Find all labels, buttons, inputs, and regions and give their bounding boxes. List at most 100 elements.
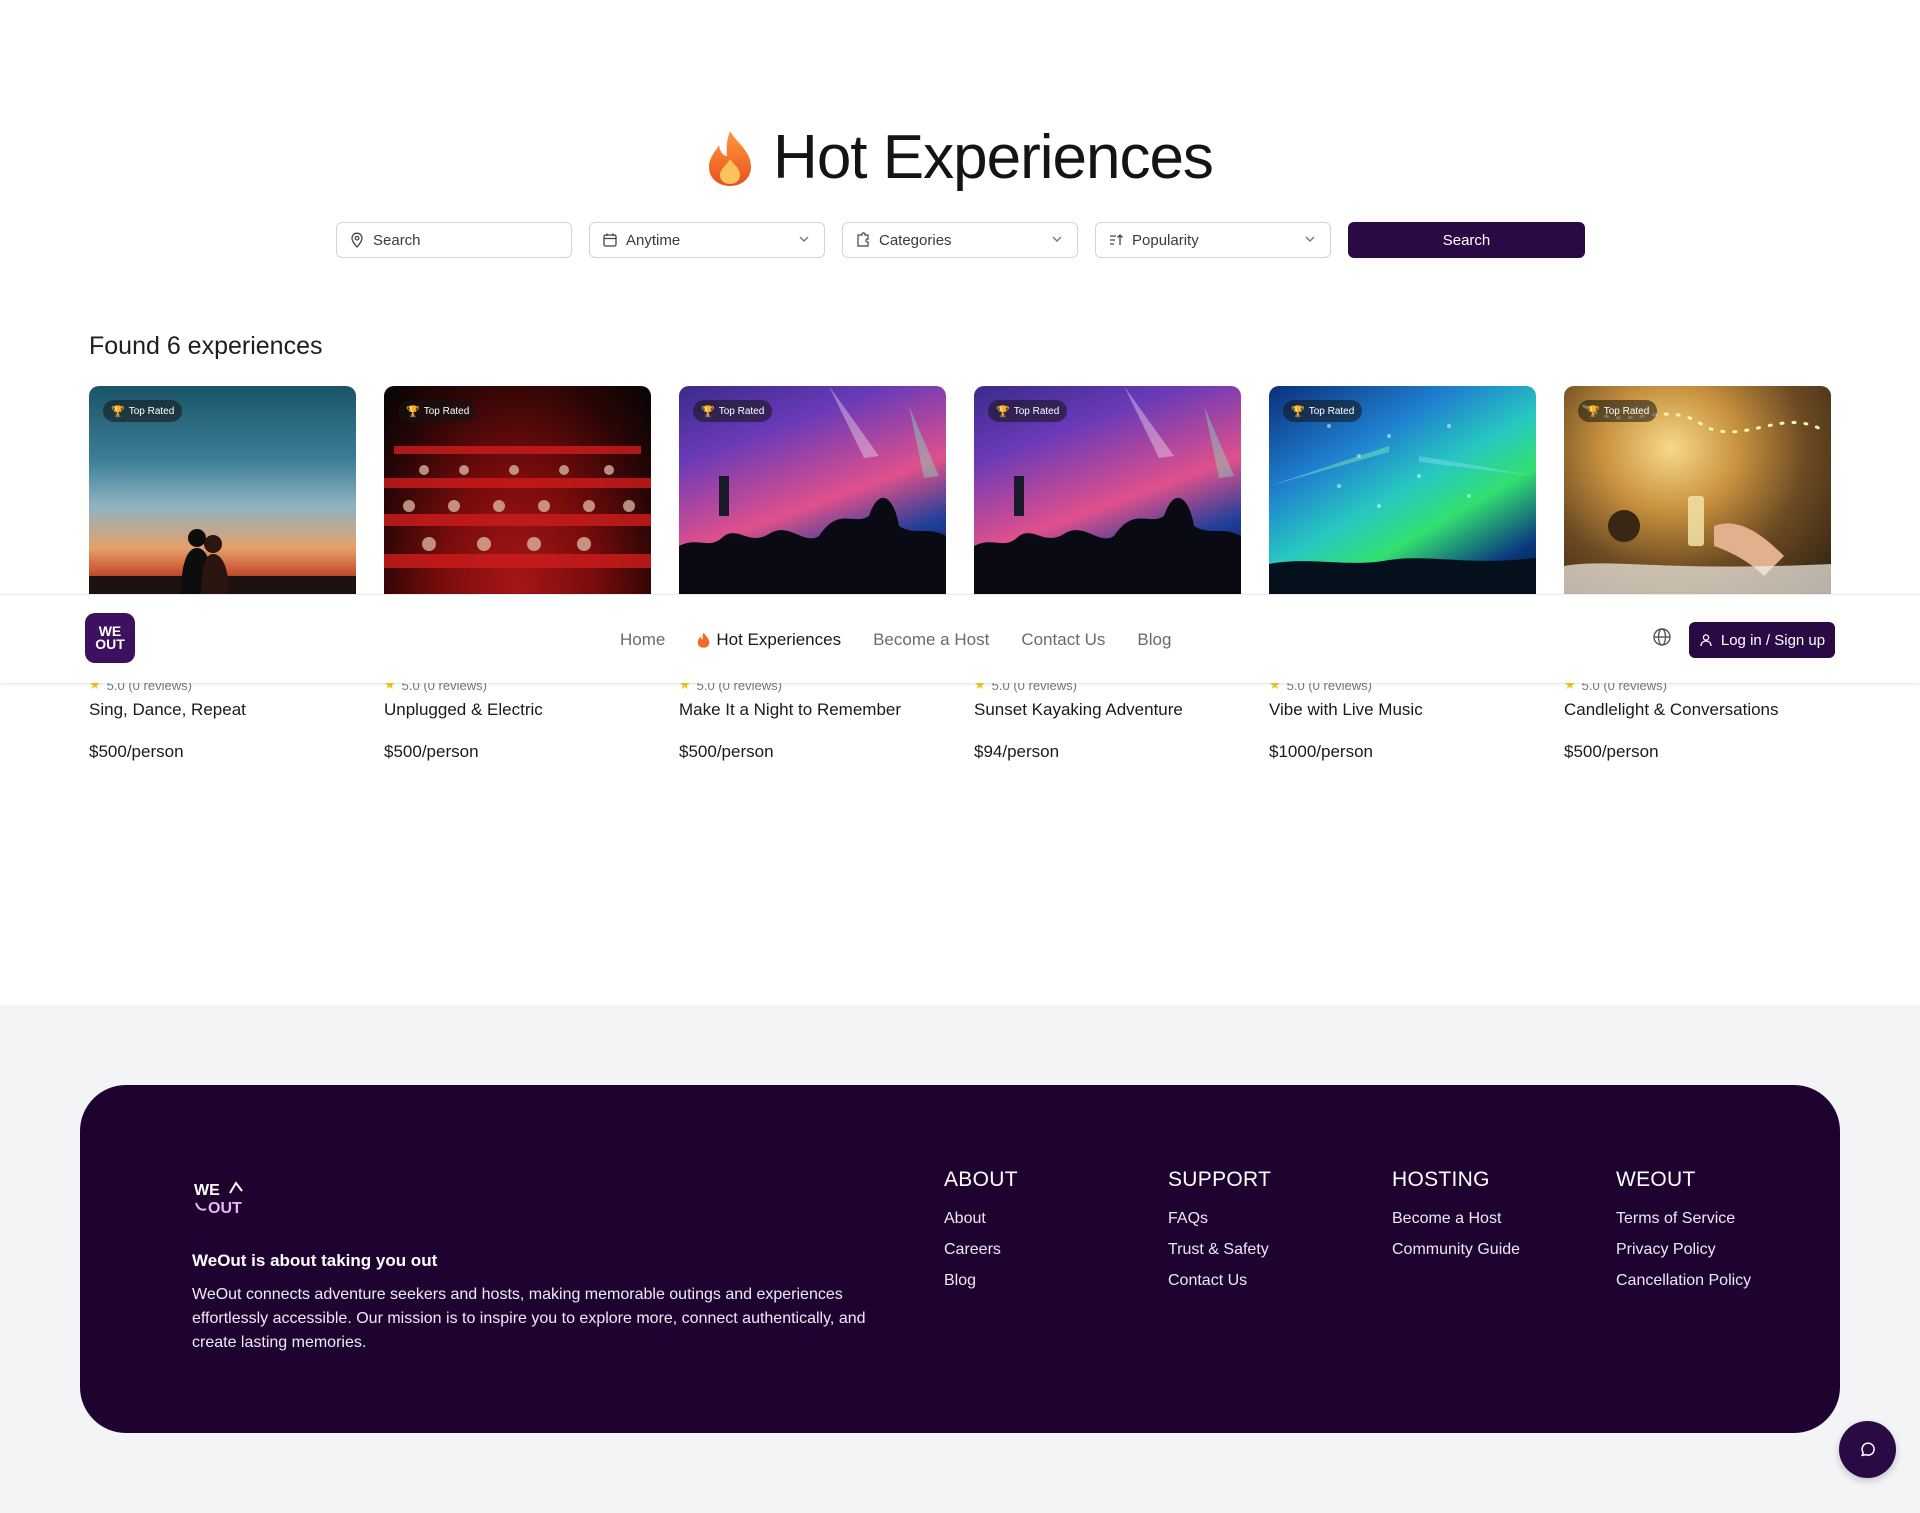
page-title-text: Hot Experiences <box>773 123 1214 192</box>
top-rated-badge: 🏆 Top Rated <box>103 400 183 422</box>
nav-home[interactable]: Home <box>620 630 665 650</box>
top-navbar: WE OUT Home Hot Experiences Become a Hos… <box>0 594 1920 683</box>
trophy-icon: 🏆 <box>111 405 125 418</box>
sort-select[interactable]: Popularity <box>1095 222 1331 258</box>
experience-image: 🏆 Top Rated <box>384 386 651 594</box>
nav-contact-us[interactable]: Contact Us <box>1021 630 1105 650</box>
flame-icon <box>709 130 752 186</box>
top-rated-badge: 🏆 Top Rated <box>988 400 1068 422</box>
experience-price: $500/person <box>89 742 184 761</box>
footer-link-trust-safety[interactable]: Trust & Safety <box>1168 1241 1271 1259</box>
chat-button[interactable] <box>1839 1421 1896 1478</box>
experience-title[interactable]: Candlelight & Conversations <box>1564 700 1831 720</box>
experience-price: $500/person <box>1564 742 1659 761</box>
badge-label: Top Rated <box>1308 405 1355 417</box>
footer-link-contact-us[interactable]: Contact Us <box>1168 1272 1271 1290</box>
experience-card[interactable]: 🏆 Top Rated ★ 5.0 (0 reviews) Vibe with Li… <box>1269 386 1536 761</box>
footer-heading: WEOUT <box>1616 1168 1696 1191</box>
experience-price: $500/person <box>384 742 479 761</box>
footer-heading: SUPPORT <box>1168 1168 1272 1191</box>
experience-card[interactable]: 🏆 Top Rated ★ 5.0 (0 reviews) Sunset Kayak… <box>974 386 1241 761</box>
badge-label: Top Rated <box>423 405 470 417</box>
date-select-value: Anytime <box>626 231 681 249</box>
experience-title[interactable]: Sunset Kayaking Adventure <box>974 700 1241 720</box>
footer: WE OUT WeOut is about taking you out WeO… <box>80 1085 1840 1433</box>
nav-hot-experiences[interactable]: Hot Experiences <box>697 630 841 650</box>
svg-text:WE: WE <box>194 1182 220 1199</box>
calendar-icon <box>603 233 617 247</box>
experience-price: $1000/person <box>1269 742 1373 761</box>
chevron-down-icon <box>1305 236 1315 242</box>
date-select[interactable]: Anytime <box>589 222 825 258</box>
category-select[interactable]: Categories <box>842 222 1078 258</box>
footer-link-faqs[interactable]: FAQs <box>1168 1210 1271 1228</box>
trophy-icon: 🏆 <box>701 405 715 418</box>
footer-link-blog[interactable]: Blog <box>944 1272 1018 1290</box>
search-placeholder: Search <box>373 231 421 249</box>
nav-become-host[interactable]: Become a Host <box>873 630 989 650</box>
footer-link-become-host[interactable]: Become a Host <box>1392 1210 1520 1228</box>
experience-image: 🏆 Top Rated <box>89 386 356 594</box>
experience-price: $94/person <box>974 742 1060 761</box>
badge-label: Top Rated <box>1013 405 1060 417</box>
search-button[interactable]: Search <box>1348 222 1585 258</box>
globe-icon[interactable] <box>1652 627 1672 647</box>
experience-title[interactable]: Unplugged & Electric <box>384 700 651 720</box>
trophy-icon: 🏆 <box>406 405 420 418</box>
experience-card[interactable]: 🏆 Top Rated ★ 5.0 (0 reviews) Unplugged & … <box>384 386 651 761</box>
experience-title[interactable]: Sing, Dance, Repeat <box>89 700 356 720</box>
experience-card[interactable]: 🏆 Top Rated ★ 5.0 (0 reviews) Make It a Ni… <box>679 386 946 761</box>
experience-price: $500/person <box>679 742 774 761</box>
svg-text:OUT: OUT <box>208 1200 242 1217</box>
footer-link-terms[interactable]: Terms of Service <box>1616 1210 1751 1228</box>
experience-grid: 🏆 Top Rated ★ 5.0 (0 reviews) Sing, Dance,… <box>89 386 1831 761</box>
badge-label: Top Rated <box>128 405 175 417</box>
experience-card[interactable]: 🏆 Top Rated ★ 5.0 (0 reviews) Candlelight … <box>1564 386 1831 761</box>
experience-title[interactable]: Vibe with Live Music <box>1269 700 1536 720</box>
experience-image: 🏆 Top Rated <box>679 386 946 594</box>
footer-link-about[interactable]: About <box>944 1210 1018 1228</box>
user-icon <box>1700 634 1712 647</box>
results-count: Found 6 experiences <box>89 332 323 360</box>
trophy-icon: 🏆 <box>1291 405 1305 418</box>
top-rated-badge: 🏆 Top Rated <box>398 400 478 422</box>
footer-column-support: SUPPORT FAQs Trust & Safety Contact Us <box>1168 1168 1271 1303</box>
filter-bar: Search Anytime Categories Popularity Sea… <box>336 222 1585 258</box>
footer-heading: HOSTING <box>1392 1168 1490 1191</box>
puzzle-icon <box>857 232 869 247</box>
login-signup-label: Log in / Sign up <box>1720 631 1826 649</box>
footer-description: WeOut connects adventure seekers and hos… <box>192 1286 866 1351</box>
nav-blog[interactable]: Blog <box>1137 630 1171 650</box>
weout-logo[interactable]: WE OUT <box>85 613 135 663</box>
sort-select-value: Popularity <box>1132 231 1199 249</box>
trophy-icon: 🏆 <box>1586 405 1600 418</box>
footer-column-weout: WEOUT Terms of Service Privacy Policy Ca… <box>1616 1168 1751 1303</box>
top-rated-badge: 🏆 Top Rated <box>1283 400 1363 422</box>
footer-link-community-guide[interactable]: Community Guide <box>1392 1241 1520 1259</box>
footer-column-hosting: HOSTING Become a Host Community Guide <box>1392 1168 1520 1272</box>
experience-image: 🏆 Top Rated <box>974 386 1241 594</box>
footer-link-careers[interactable]: Careers <box>944 1241 1018 1259</box>
footer-heading: ABOUT <box>944 1168 1018 1191</box>
experience-image: 🏆 Top Rated <box>1564 386 1831 594</box>
flame-icon <box>698 632 710 648</box>
sort-icon <box>1110 234 1123 245</box>
weout-footer-logo[interactable]: WE OUT <box>192 1177 244 1219</box>
category-select-value: Categories <box>879 231 952 249</box>
footer-link-cancellation[interactable]: Cancellation Policy <box>1616 1272 1751 1290</box>
badge-label: Top Rated <box>718 405 765 417</box>
top-rated-badge: 🏆 Top Rated <box>693 400 773 422</box>
chevron-down-icon <box>799 236 809 242</box>
map-pin-icon <box>351 232 363 248</box>
logo-text: WE OUT <box>95 623 125 652</box>
experience-card[interactable]: 🏆 Top Rated ★ 5.0 (0 reviews) Sing, Dance,… <box>89 386 356 761</box>
nav-links: Home Hot Experiences Become a Host Conta… <box>620 595 1171 684</box>
top-rated-badge: 🏆 Top Rated <box>1578 400 1658 422</box>
experience-title[interactable]: Make It a Night to Remember <box>679 700 946 720</box>
chevron-down-icon <box>1052 236 1062 242</box>
search-input[interactable]: Search <box>336 222 572 258</box>
nav-hot-experiences-label: Hot Experiences <box>716 629 842 649</box>
login-signup-button[interactable]: Log in / Sign up <box>1689 622 1835 658</box>
footer-link-privacy[interactable]: Privacy Policy <box>1616 1241 1751 1259</box>
chat-bubble-icon <box>1860 1441 1875 1456</box>
